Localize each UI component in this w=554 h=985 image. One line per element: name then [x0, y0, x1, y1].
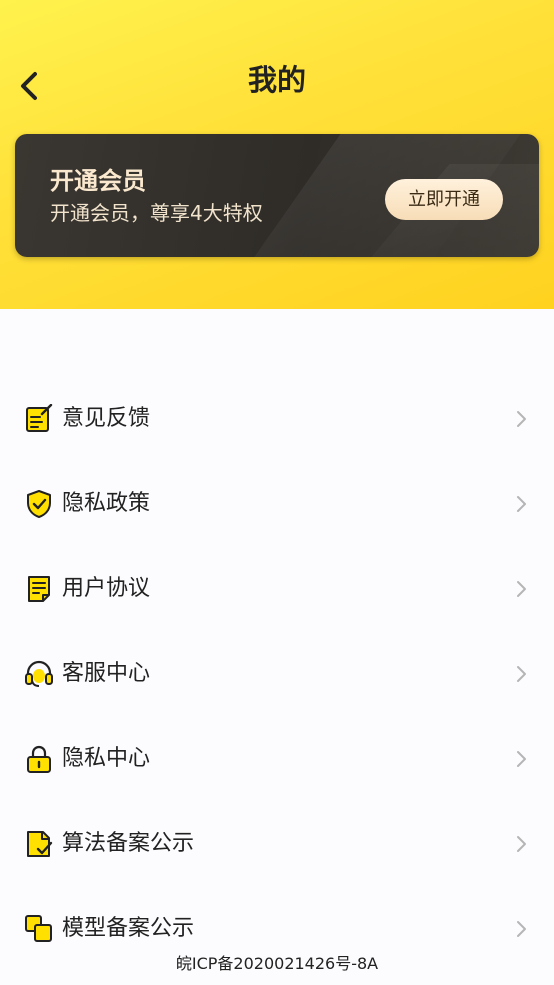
- headset-icon: [25, 660, 53, 687]
- feedback-icon: [26, 403, 53, 432]
- chevron-right-icon: [517, 750, 526, 767]
- menu-item-label: 隐私中心: [62, 745, 151, 771]
- page-title: 我的: [247, 63, 306, 97]
- vip-title: 开通会员: [50, 167, 146, 195]
- lock-icon: [27, 745, 51, 773]
- menu-item-label: 算法备案公示: [62, 830, 195, 856]
- menu-item-algorithm-filing[interactable]: 算法备案公示: [0, 801, 554, 886]
- menu-item-label: 模型备案公示: [62, 915, 195, 941]
- chevron-right-icon: [517, 920, 526, 937]
- icp-license-text[interactable]: 皖ICP备2020021426号-8A: [0, 952, 554, 976]
- menu-item-customer-service[interactable]: 客服中心: [0, 631, 554, 716]
- menu-item-user-agreement[interactable]: 用户协议: [0, 546, 554, 631]
- chevron-right-icon: [517, 410, 526, 427]
- menu-item-privacy-center[interactable]: 隐私中心: [0, 716, 554, 801]
- vip-subtitle: 开通会员，尊享4大特权: [50, 201, 263, 225]
- menu-item-label: 用户协议: [62, 575, 151, 601]
- document-icon: [28, 575, 50, 602]
- menu-item-privacy-policy[interactable]: 隐私政策: [0, 461, 554, 546]
- shield-check-icon: [27, 489, 51, 518]
- chevron-right-icon: [517, 495, 526, 512]
- chevron-right-icon: [517, 580, 526, 597]
- chevron-right-icon: [517, 665, 526, 682]
- open-membership-button[interactable]: 立即开通: [385, 179, 503, 220]
- menu-item-label: 意见反馈: [62, 405, 151, 431]
- menu-item-feedback[interactable]: 意见反馈: [0, 376, 554, 461]
- chevron-right-icon: [517, 835, 526, 852]
- profile-page: 我的 开通会员 开通会员，尊享4大特权 立即开通 意见反馈 隐私政策 用户协议 …: [0, 0, 554, 985]
- menu-list: 意见反馈 隐私政策 用户协议 客服中心 隐私中心 算法备案公示 模型备案公示: [0, 376, 554, 971]
- layers-icon: [25, 914, 52, 942]
- menu-item-label: 隐私政策: [62, 490, 151, 516]
- menu-item-label: 客服中心: [62, 660, 151, 686]
- vip-card[interactable]: 开通会员 开通会员，尊享4大特权 立即开通: [15, 134, 539, 257]
- file-check-icon: [27, 830, 53, 857]
